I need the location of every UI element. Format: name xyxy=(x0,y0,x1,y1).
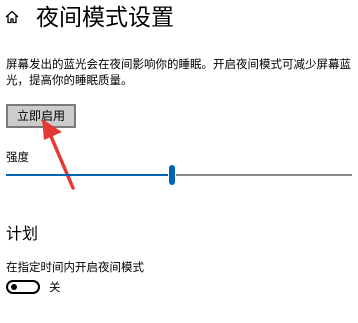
page-title: 夜间模式设置 xyxy=(36,5,174,31)
home-icon[interactable] xyxy=(4,9,20,25)
slider-track-filled xyxy=(6,174,168,176)
toggle-state-label: 关 xyxy=(49,280,61,294)
night-mode-description: 屏幕发出的蓝光会在夜间影响你的睡眠。开启夜间模式可减少屏幕蓝光，提高你的睡眠质量… xyxy=(6,57,351,87)
toggle-knob xyxy=(11,284,17,290)
schedule-heading: 计划 xyxy=(6,224,39,243)
schedule-description: 在指定时间内开启夜间模式 xyxy=(6,260,144,274)
slider-thumb[interactable] xyxy=(169,165,175,185)
strength-slider[interactable] xyxy=(6,164,352,186)
strength-label: 强度 xyxy=(6,150,29,164)
schedule-toggle[interactable] xyxy=(6,280,40,294)
slider-track-empty xyxy=(176,174,352,176)
night-mode-settings-page: 夜间模式设置 屏幕发出的蓝光会在夜间影响你的睡眠。开启夜间模式可减少屏幕蓝光，提… xyxy=(0,0,358,323)
